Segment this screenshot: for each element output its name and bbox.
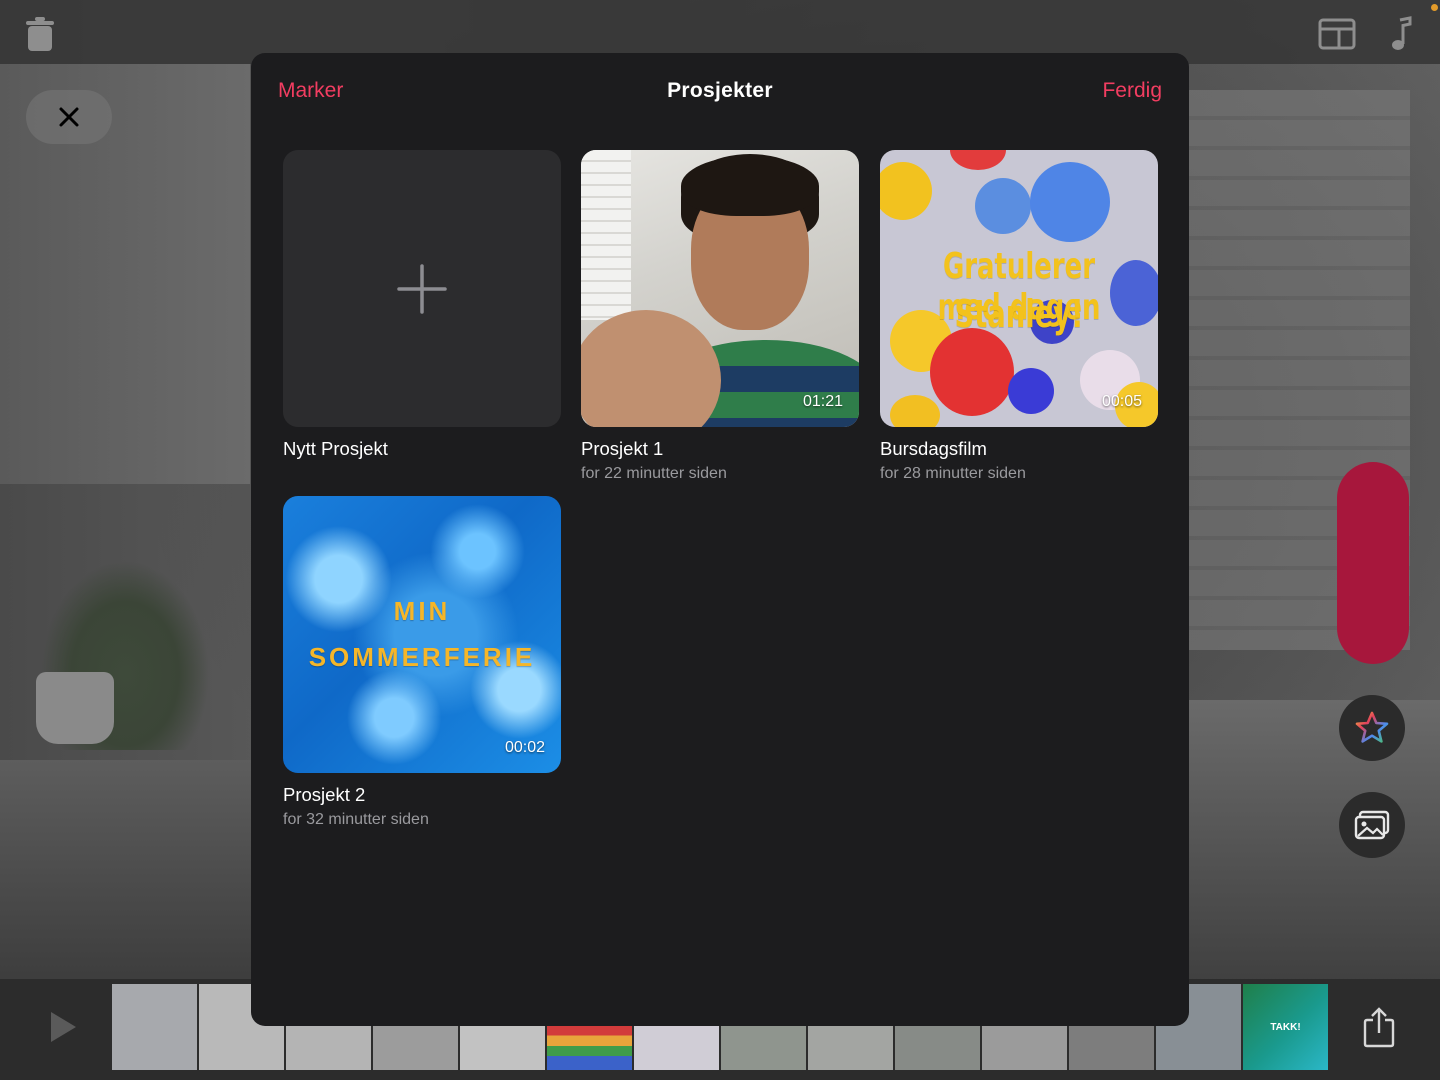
project-modified: for 22 minutter siden <box>581 465 727 482</box>
record-button[interactable] <box>1337 462 1409 664</box>
project-name: Prosjekt 2 <box>283 784 366 805</box>
project-modified: for 32 minutter siden <box>283 811 429 828</box>
project-card[interactable]: MIN SOMMERFERIE 00:02 Prosjekt 2 for 32 … <box>283 496 561 830</box>
balloon <box>890 395 940 427</box>
bg-counter <box>0 760 260 990</box>
thumb-title-line: SOMMERFERIE <box>308 642 536 672</box>
new-project-card[interactable]: Nytt Prosjekt <box>283 150 561 460</box>
clip-thumbnail[interactable] <box>112 984 197 1070</box>
effects-button[interactable] <box>1339 695 1405 761</box>
photo-library-button[interactable] <box>1339 792 1405 858</box>
balloon <box>975 178 1031 234</box>
close-button[interactable] <box>26 90 112 144</box>
star-icon <box>1355 711 1389 743</box>
modal-title: Prosjekter <box>667 79 773 102</box>
project-card[interactable]: Gratulerer med dagen Stanley! 00:05 Burs… <box>880 150 1158 484</box>
duration-label: 00:05 <box>1101 393 1142 410</box>
thumb-window <box>581 150 631 320</box>
trash-icon[interactable] <box>26 16 54 52</box>
modal-header: Marker Prosjekter Ferdig <box>251 53 1189 131</box>
photos-icon <box>1354 810 1390 840</box>
plus-icon <box>397 263 447 314</box>
end-title-clip[interactable]: TAKK! <box>1243 984 1328 1070</box>
balloon <box>1030 162 1110 242</box>
balloon <box>1008 368 1054 414</box>
project-modified: for 28 minutter siden <box>880 465 1026 482</box>
projects-modal: Marker Prosjekter Ferdig Nytt Prosjekt 0… <box>251 53 1189 1026</box>
project-name: Prosjekt 1 <box>581 438 664 459</box>
duration-label: 01:21 <box>802 393 843 410</box>
layout-icon[interactable] <box>1318 18 1356 50</box>
project-card[interactable]: 01:21 Prosjekt 1 for 22 minutter siden <box>581 150 859 484</box>
thumb-fringe <box>681 156 819 216</box>
project-thumbnail[interactable]: MIN SOMMERFERIE 00:02 <box>283 496 561 773</box>
project-thumbnail[interactable]: 01:21 <box>581 150 859 427</box>
new-project-tile[interactable] <box>283 150 561 427</box>
balloon <box>950 150 1006 170</box>
thumb-title-line: Stanley! <box>954 292 1084 336</box>
thumb-title-line: MIN <box>393 596 451 626</box>
project-thumbnail[interactable]: Gratulerer med dagen Stanley! 00:05 <box>880 150 1158 427</box>
end-title-text: TAKK! <box>1270 1021 1301 1033</box>
bg-pot <box>36 672 114 744</box>
thumb-arm <box>581 310 721 427</box>
balloon <box>880 162 932 220</box>
status-dot <box>1431 4 1438 11</box>
music-icon[interactable] <box>1390 16 1412 52</box>
share-icon[interactable] <box>1362 1006 1396 1048</box>
done-button[interactable]: Ferdig <box>1102 79 1162 103</box>
duration-label: 00:02 <box>504 739 545 756</box>
balloon <box>930 328 1014 416</box>
close-icon <box>59 107 79 127</box>
play-icon[interactable] <box>48 1010 78 1044</box>
project-name: Bursdagsfilm <box>880 438 987 459</box>
project-name: Nytt Prosjekt <box>283 438 388 459</box>
